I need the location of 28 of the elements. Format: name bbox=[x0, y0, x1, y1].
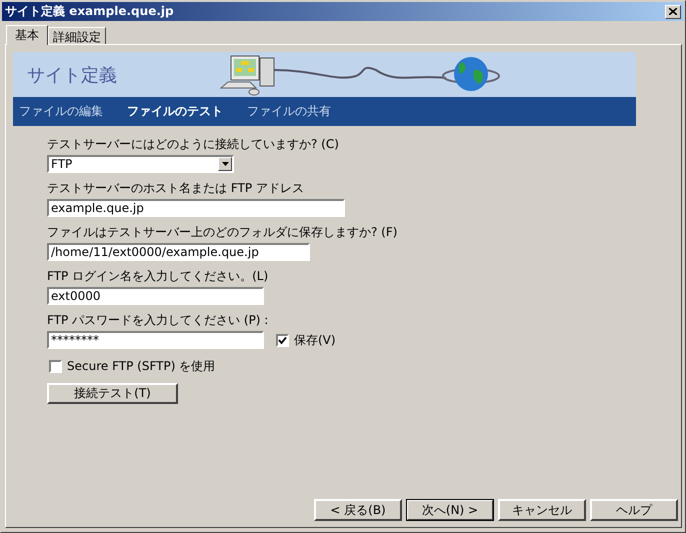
tab[interactable]: 基本 bbox=[6, 25, 48, 45]
checkbox[interactable] bbox=[276, 334, 289, 346]
step-link[interactable]: ファイルの編集 bbox=[19, 103, 103, 120]
input-field[interactable]: ext0000 bbox=[47, 287, 264, 305]
close-button[interactable] bbox=[665, 4, 681, 18]
field-label: ファイルはテストサーバー上のどのフォルダに保存しますか? (F) bbox=[47, 224, 398, 241]
field-label: テストサーバーにはどのように接続していますか? (C) bbox=[47, 136, 340, 153]
wizard-button[interactable]: < 戻る(B) bbox=[314, 499, 402, 521]
connection-test-button[interactable]: 接続テスト(T) bbox=[47, 383, 178, 404]
field-label: FTP パスワードを入力してください (P) : bbox=[47, 312, 270, 329]
wizard-button[interactable]: 次へ(N) > bbox=[406, 499, 494, 521]
input-field[interactable]: ******** bbox=[47, 331, 264, 349]
input-field[interactable]: example.que.jp bbox=[47, 199, 345, 217]
step-link[interactable]: ファイルのテスト bbox=[127, 103, 223, 120]
wizard-button[interactable]: キャンセル bbox=[498, 499, 586, 521]
wizard-button[interactable]: ヘルプ bbox=[590, 499, 678, 521]
checkbox-label: 保存(V) bbox=[294, 332, 336, 348]
checkbox[interactable] bbox=[49, 360, 62, 373]
field-label: テストサーバーのホスト名または FTP アドレス bbox=[47, 180, 305, 197]
close-icon bbox=[669, 8, 677, 15]
field-label: FTP ログイン名を入力してください。(L) bbox=[47, 268, 270, 285]
input-field[interactable]: /home/11/ext0000/example.que.jp bbox=[47, 243, 310, 261]
step-link[interactable]: ファイルの共有 bbox=[247, 103, 331, 120]
checkbox-label: Secure FTP (SFTP) を使用 bbox=[67, 358, 216, 375]
window-title: サイト定義 example.que.jp bbox=[5, 3, 174, 20]
connection-dropdown[interactable]: FTP bbox=[47, 155, 234, 173]
banner-title: サイト定義 bbox=[26, 64, 117, 86]
tab[interactable]: 詳細設定 bbox=[48, 27, 106, 44]
